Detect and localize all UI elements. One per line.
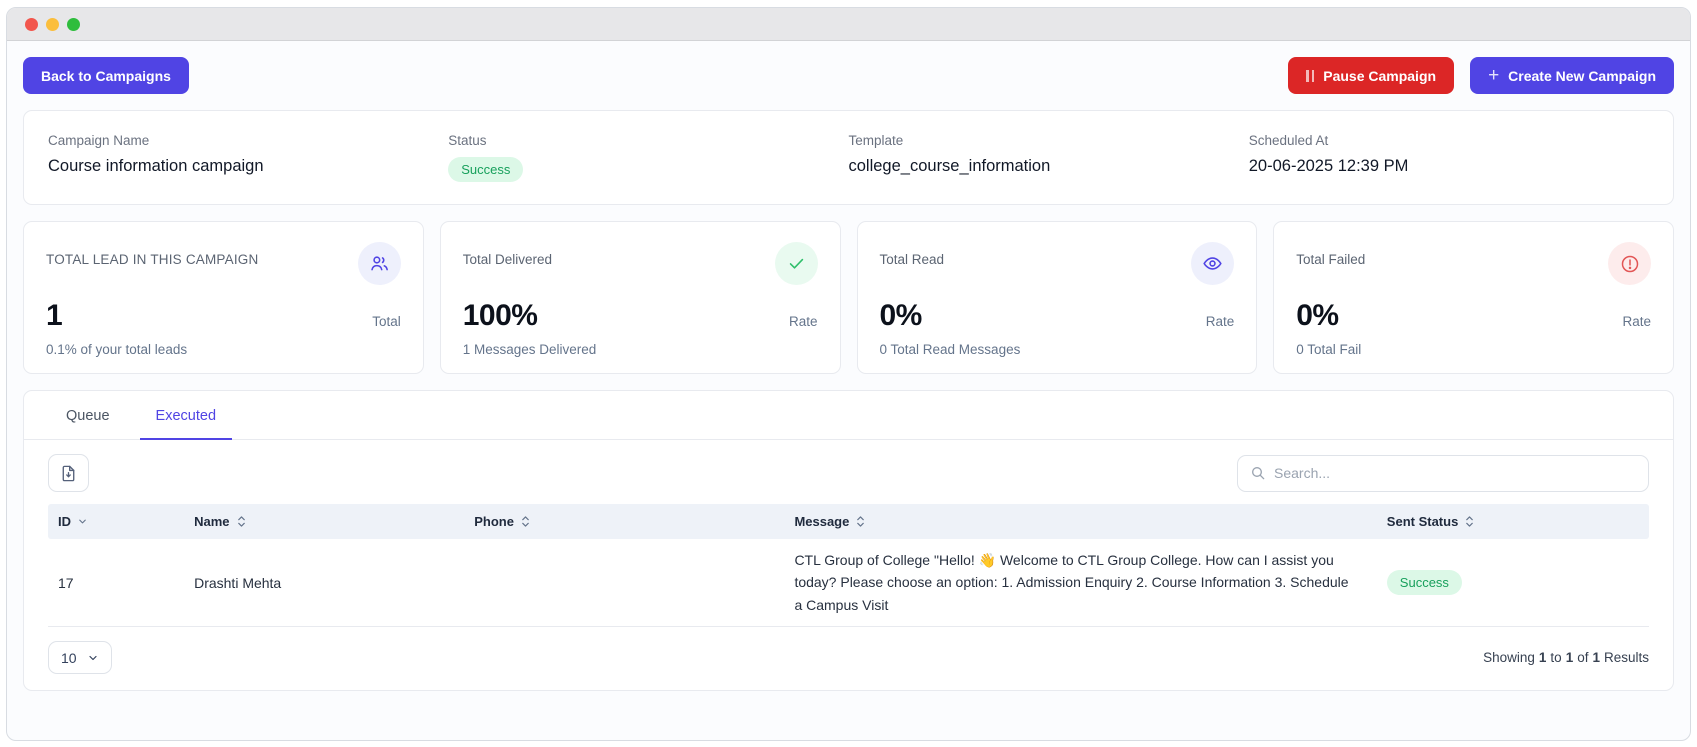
stat-side-label: Total [372,314,401,333]
stat-card-total-delivered: Total Delivered 100% Rate 1 Messages Del… [440,221,841,374]
tab-queue[interactable]: Queue [50,391,126,440]
status-badge: Success [448,157,523,182]
stat-side-label: Rate [1206,314,1235,333]
search-input[interactable] [1274,465,1636,481]
chevron-down-icon [77,516,88,527]
scheduled-at-label: Scheduled At [1249,133,1649,148]
file-download-icon [59,464,78,483]
create-new-campaign-label: Create New Campaign [1508,68,1656,84]
table-footer: 10 Showing 1 to 1 of 1 Results [24,627,1673,690]
template-field: Template college_course_information [849,133,1249,182]
stat-value: 0% [880,299,922,333]
row-message-cell: CTL Group of College "Hello! 👋 Welcome t… [784,539,1376,626]
back-to-campaigns-button[interactable]: Back to Campaigns [23,57,189,94]
stat-title: Total Delivered [463,242,552,267]
template-label: Template [849,133,1249,148]
pause-campaign-button[interactable]: Pause Campaign [1288,57,1454,94]
summary-text: to [1550,650,1561,665]
row-id-cell: 17 [48,565,184,601]
campaign-info-card: Campaign Name Course information campaig… [23,110,1674,205]
stat-title: TOTAL LEAD IN THIS CAMPAIGN [46,242,258,267]
pause-campaign-label: Pause Campaign [1323,68,1436,84]
row-sent-status-cell: Success [1377,560,1649,605]
eye-icon [1191,242,1234,285]
template-value: college_course_information [849,157,1249,176]
campaign-name-field: Campaign Name Course information campaig… [48,133,448,182]
page-size-value: 10 [61,650,77,666]
summary-total: 1 [1592,650,1600,665]
chevrons-up-down-icon [1464,515,1475,528]
stat-subtext: 0.1% of your total leads [46,342,401,357]
stat-card-total-read: Total Read 0% Rate 0 Total Read Messages [857,221,1258,374]
stat-side-label: Rate [789,314,818,333]
users-icon [358,242,401,285]
export-button[interactable] [48,454,89,492]
column-header-name[interactable]: Name [184,504,464,539]
summary-text: Results [1604,650,1649,665]
scheduled-at-value: 20-06-2025 12:39 PM [1249,157,1649,176]
status-label: Status [448,133,848,148]
column-label: Sent Status [1387,514,1459,529]
summary-text: of [1577,650,1588,665]
create-new-campaign-button[interactable]: + Create New Campaign [1470,57,1674,94]
row-phone-cell [464,573,784,593]
row-name-cell: Drashti Mehta [184,565,464,601]
stat-card-total-failed: Total Failed 0% Rate 0 Total Fail [1273,221,1674,374]
search-box [1237,455,1649,492]
maximize-window-button[interactable] [67,18,80,31]
results-summary: Showing 1 to 1 of 1 Results [1483,650,1649,665]
column-label: ID [58,514,71,529]
close-window-button[interactable] [25,18,38,31]
table-header-row: ID Name Phone [48,504,1649,539]
chevron-down-icon [87,652,99,664]
app-window: Back to Campaigns Pause Campaign + Creat… [6,7,1691,741]
plus-icon: + [1488,66,1499,85]
stat-title: Total Read [880,242,945,267]
column-header-sent-status[interactable]: Sent Status [1377,504,1649,539]
column-label: Name [194,514,229,529]
tab-executed[interactable]: Executed [140,391,232,440]
minimize-window-button[interactable] [46,18,59,31]
alert-icon [1608,242,1651,285]
scheduled-at-field: Scheduled At 20-06-2025 12:39 PM [1249,133,1649,182]
stat-value: 100% [463,299,538,333]
summary-from: 1 [1539,650,1547,665]
column-label: Phone [474,514,514,529]
column-header-phone[interactable]: Phone [464,504,784,539]
chevrons-up-down-icon [236,515,247,528]
window-titlebar [7,8,1690,41]
stat-subtext: 0 Total Read Messages [880,342,1235,357]
stat-side-label: Rate [1622,314,1651,333]
campaign-name-label: Campaign Name [48,133,448,148]
page-size-select[interactable]: 10 [48,641,112,674]
stat-value: 0% [1296,299,1338,333]
chevrons-up-down-icon [520,515,531,528]
sent-status-badge: Success [1387,570,1462,595]
top-right-actions: Pause Campaign + Create New Campaign [1288,57,1674,94]
chevrons-up-down-icon [855,515,866,528]
stat-card-total-lead: TOTAL LEAD IN THIS CAMPAIGN 1 Total 0 [23,221,424,374]
column-label: Message [794,514,849,529]
tab-bar: Queue Executed [24,391,1673,440]
column-header-message[interactable]: Message [784,504,1376,539]
status-field: Status Success [448,133,848,182]
campaign-name-value: Course information campaign [48,157,448,176]
stat-subtext: 0 Total Fail [1296,342,1651,357]
check-icon [775,242,818,285]
results-card: Queue Executed [23,390,1674,691]
summary-text: Showing [1483,650,1535,665]
results-table: ID Name Phone [24,504,1673,627]
back-to-campaigns-label: Back to Campaigns [41,68,171,84]
table-toolbar [24,440,1673,504]
search-icon [1250,465,1266,481]
stat-title: Total Failed [1296,242,1365,267]
stat-subtext: 1 Messages Delivered [463,342,818,357]
summary-to: 1 [1566,650,1574,665]
pause-icon [1306,70,1314,82]
column-header-id[interactable]: ID [48,504,184,539]
stats-row: TOTAL LEAD IN THIS CAMPAIGN 1 Total 0 [23,221,1674,374]
top-action-bar: Back to Campaigns Pause Campaign + Creat… [23,57,1674,94]
stat-value: 1 [46,299,62,333]
table-row[interactable]: 17 Drashti Mehta CTL Group of College "H… [48,539,1649,627]
